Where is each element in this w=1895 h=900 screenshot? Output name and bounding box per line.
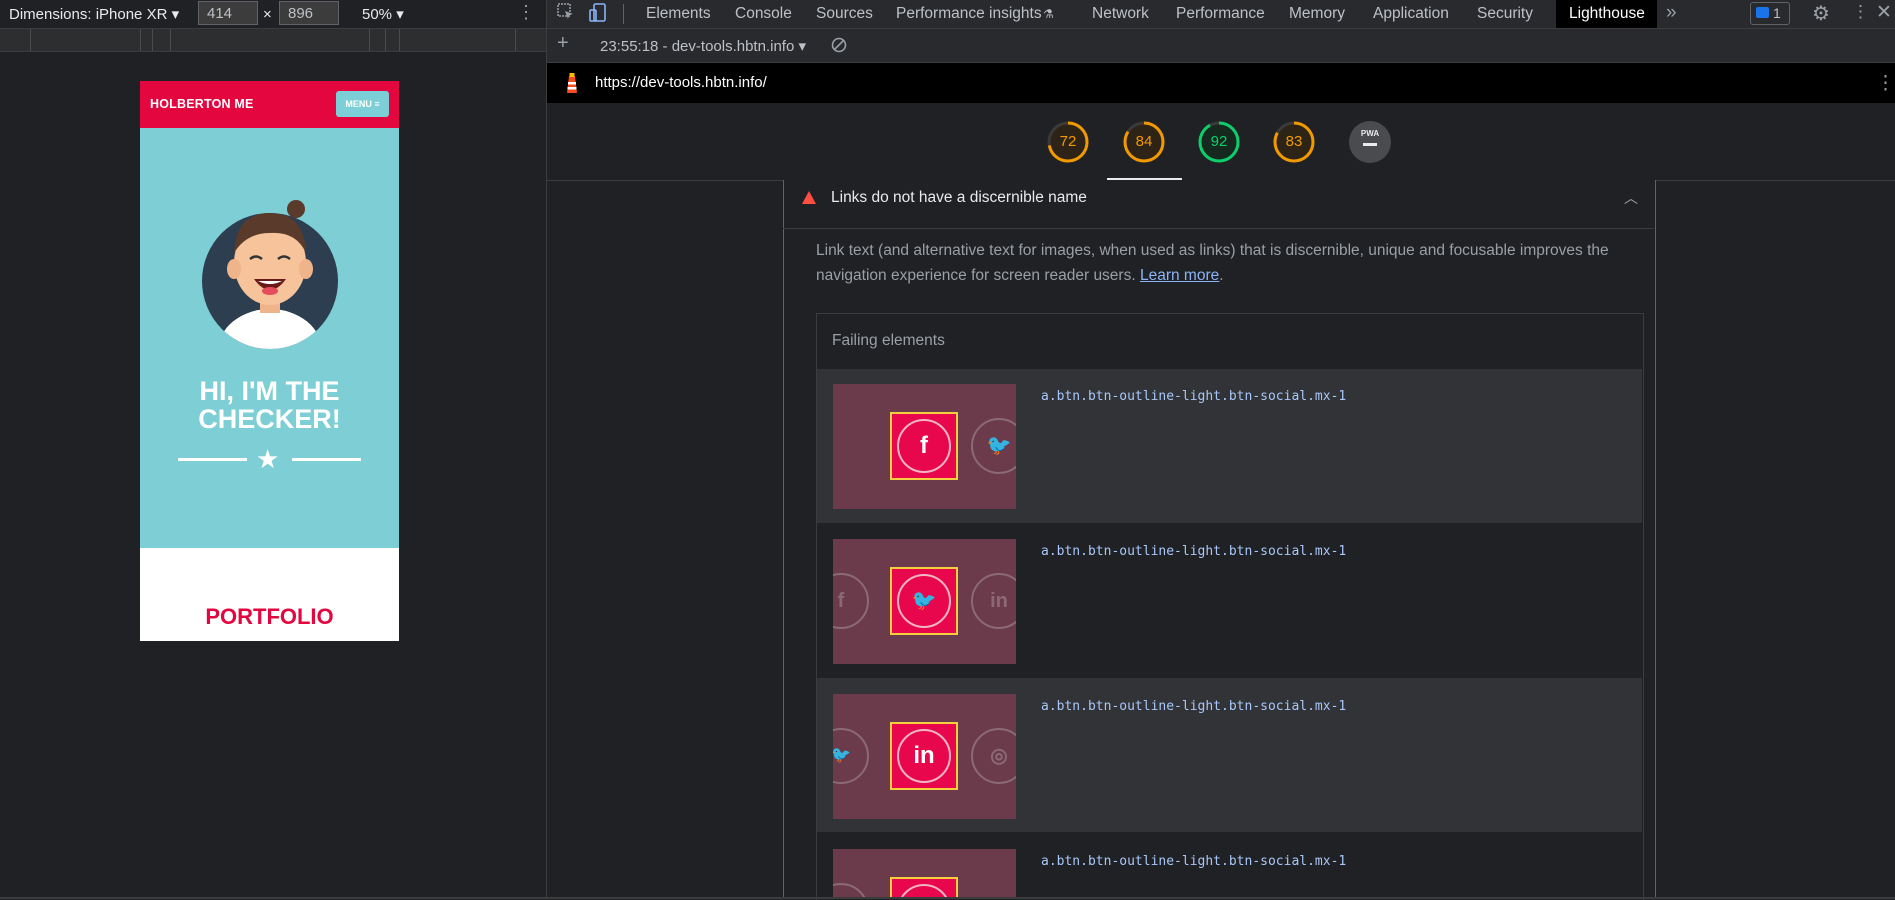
more-tabs-icon[interactable]: »: [1666, 2, 1677, 24]
element-screenshot: f 🐦: [833, 384, 1016, 509]
failing-elements-heading: Failing elements: [832, 332, 945, 349]
more-options-icon[interactable]: ⋮: [517, 2, 535, 23]
element-selector[interactable]: a.btn.btn-outline-light.btn-social.mx-1: [1041, 389, 1346, 404]
tab-performance[interactable]: Performance: [1176, 5, 1265, 23]
report-menu-icon[interactable]: ⋮: [1876, 72, 1895, 95]
zoom-label: 50%: [362, 6, 393, 23]
element-selector[interactable]: a.btn.btn-outline-light.btn-social.mx-1: [1041, 544, 1346, 559]
site-navbar: HOLBERTON ME MENU ≡: [140, 81, 399, 128]
tab-application[interactable]: Application: [1373, 5, 1449, 23]
times-sign: ×: [263, 6, 272, 23]
lighthouse-logo-icon: [567, 73, 577, 93]
divider-line: [178, 458, 247, 461]
chevron-up-icon[interactable]: ︿: [1624, 188, 1638, 208]
divider-line: [292, 458, 361, 461]
dropdown-arrow-icon: ▾: [396, 6, 404, 23]
accessibility-score: 84: [1135, 133, 1153, 150]
device-toolbar-toggle-icon[interactable]: [589, 3, 607, 28]
performance-score: 72: [1059, 133, 1077, 150]
report-selector[interactable]: 23:55:18 - dev-tools.hbtn.info ▾: [600, 37, 806, 55]
new-report-icon[interactable]: +: [557, 32, 569, 55]
dimensions-label: Dimensions: iPhone XR: [9, 6, 168, 23]
report-url[interactable]: https://dev-tools.hbtn.info/: [595, 74, 767, 91]
customize-menu-icon[interactable]: ⋮: [1852, 2, 1869, 22]
tab-network[interactable]: Network: [1092, 5, 1149, 23]
tab-lighthouse[interactable]: Lighthouse: [1569, 5, 1645, 23]
star-icon: ★: [256, 444, 280, 474]
element-highlight: in: [890, 722, 958, 790]
flask-icon: ⚗: [1043, 7, 1054, 21]
dribbble-icon: ◎: [971, 728, 1016, 784]
twitter-icon: 🐦: [971, 418, 1016, 474]
ruler-tick: [385, 29, 386, 51]
audit-title[interactable]: Links do not have a discernible name: [831, 189, 1087, 207]
hero-title-line: CHECKER!: [198, 404, 341, 434]
ruler-tick: [399, 29, 400, 51]
seo-score: 83: [1285, 133, 1303, 150]
button-outline: [897, 574, 951, 628]
portfolio-heading: PORTFOLIO: [205, 604, 334, 629]
avatar: [202, 200, 338, 349]
lighthouse-report-bar: + 23:55:18 - dev-tools.hbtn.info ▾: [547, 29, 1895, 63]
button-outline: [897, 419, 951, 473]
audit-description: Link text (and alternative text for imag…: [816, 238, 1616, 288]
pwa-label: PWA: [1360, 129, 1380, 138]
close-icon[interactable]: ✕: [1876, 1, 1892, 24]
device-viewport[interactable]: HOLBERTON ME MENU ≡ HI, I'M THE CHECKER!: [140, 81, 399, 641]
device-toolbar: Dimensions: iPhone XR ▾ 414 × 896 50% ▾ …: [0, 0, 546, 29]
height-input[interactable]: 896: [279, 1, 339, 25]
ruler-tick: [140, 29, 141, 51]
hero-title: HI, I'M THE CHECKER!: [140, 377, 399, 433]
gear-icon[interactable]: ⚙: [1812, 1, 1830, 26]
hero-section: HI, I'M THE CHECKER! ★: [140, 128, 399, 548]
report-selector-label: 23:55:18 - dev-tools.hbtn.info: [600, 38, 795, 55]
width-input[interactable]: 414: [198, 1, 258, 25]
facebook-icon: f: [833, 573, 869, 629]
dropdown-arrow-icon: ▾: [798, 38, 806, 55]
dropdown-arrow-icon: ▾: [171, 6, 180, 23]
element-highlight: 🐦: [890, 567, 958, 635]
clear-icon[interactable]: [831, 37, 847, 58]
linkedin-icon: in: [971, 573, 1016, 629]
learn-more-link[interactable]: Learn more: [1140, 267, 1219, 284]
hero-title-line: HI, I'M THE: [199, 376, 340, 406]
element-selector[interactable]: a.btn.btn-outline-light.btn-social.mx-1: [1041, 854, 1346, 869]
linkedin-icon: in: [833, 883, 869, 897]
button-outline: [897, 729, 951, 783]
twitter-icon: 🐦: [833, 728, 869, 784]
media-query-ruler[interactable]: [0, 29, 546, 52]
issues-icon: [1756, 7, 1769, 18]
ruler-tick: [369, 29, 370, 51]
tab-elements[interactable]: Elements: [646, 5, 711, 23]
element-screenshot: 🐦 in ◎: [833, 694, 1016, 819]
tab-console[interactable]: Console: [735, 5, 792, 23]
element-screenshot: in ◎: [833, 849, 1016, 897]
tab-security[interactable]: Security: [1477, 5, 1533, 23]
ruler-tick: [515, 29, 516, 51]
toolbar-separator: [623, 4, 624, 24]
zoom-dropdown[interactable]: 50% ▾: [362, 5, 404, 23]
element-screenshot: f 🐦 in: [833, 539, 1016, 664]
dimensions-dropdown[interactable]: Dimensions: iPhone XR ▾: [9, 5, 179, 23]
menu-button[interactable]: MENU ≡: [336, 91, 389, 117]
fail-triangle-icon: [802, 191, 816, 204]
pwa-badge[interactable]: [1348, 120, 1392, 164]
element-highlight: f: [890, 412, 958, 480]
tab-performance-insights[interactable]: Performance insights: [896, 5, 1042, 23]
ruler-tick: [152, 29, 153, 51]
tab-memory[interactable]: Memory: [1289, 5, 1345, 23]
inspect-element-icon[interactable]: [557, 3, 575, 26]
element-selector[interactable]: a.btn.btn-outline-light.btn-social.mx-1: [1041, 699, 1346, 714]
best-practices-score: 92: [1210, 133, 1228, 150]
description-period: .: [1219, 267, 1224, 284]
site-brand[interactable]: HOLBERTON ME: [150, 97, 254, 111]
element-highlight: ◎: [890, 877, 958, 897]
ruler-tick: [170, 29, 171, 51]
tab-sources[interactable]: Sources: [816, 5, 873, 23]
ruler-tick: [30, 29, 31, 51]
